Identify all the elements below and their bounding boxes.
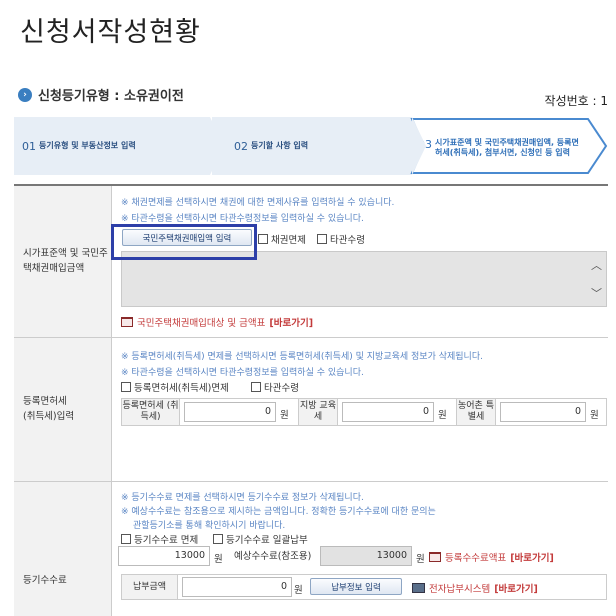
registration-tax-section: 등록면허세 (취득세)입력 ※ 등록면허세(취득세) 면제를 선택하시면 등록면… bbox=[14, 338, 608, 482]
fee-note-2: ※ 예상수수료는 참조용으로 제시하는 금액입니다. 정확한 등기수수료에 대한… bbox=[121, 507, 436, 517]
chevron-right-icon: › bbox=[18, 87, 32, 102]
bond-note-1: ※ 채권면제를 선택하시면 채권에 대한 면제사유를 입력하실 수 있습니다. bbox=[121, 198, 395, 208]
tax-exempt-label: 등록면허세(취득세)면제 bbox=[134, 383, 229, 394]
expected-fee-value: 13000 bbox=[320, 546, 412, 566]
paid-amount-unit: 원 bbox=[294, 585, 303, 596]
tax-note-2: ※ 타관수령을 선택하시면 타관수령정보를 입력하실 수 있습니다. bbox=[121, 368, 364, 378]
paid-amount-input[interactable]: 0 bbox=[182, 577, 292, 597]
bond-section: 시가표준액 및 국민주택채권매입금액 ※ 채권면제를 선택하시면 채권에 대한 … bbox=[14, 186, 608, 338]
education-tax-field-label: 지방 교육세 bbox=[298, 399, 338, 425]
bond-table-link-row: 국민주택채권매입대상 및 금액표 [바로가기] bbox=[121, 315, 313, 329]
computer-icon bbox=[412, 583, 425, 593]
bond-other-office-option[interactable]: 타관수령 bbox=[317, 232, 365, 246]
e-payment-link[interactable]: 전자납부시스템 bbox=[429, 581, 490, 595]
registration-tax-input[interactable]: 0 bbox=[184, 402, 276, 422]
tax-note-1: ※ 등록면허세(취득세) 면제를 선택하시면 등록면허세(취득세) 및 지방교육… bbox=[121, 352, 483, 362]
rural-tax-unit: 원 bbox=[590, 410, 599, 421]
rural-tax-input[interactable]: 0 bbox=[500, 402, 586, 422]
fee-note-3: 관할등기소를 통해 확인하시기 바랍니다. bbox=[133, 521, 286, 531]
fee-table-link-row: 등록수수료액표 [바로가기] bbox=[429, 550, 554, 564]
tax-other-office-option[interactable]: 타관수령 bbox=[251, 380, 299, 394]
education-tax-input[interactable]: 0 bbox=[342, 402, 434, 422]
step-3-label: 시가표준액 및 국민주택채권매입액, 등록면허세(취득세), 첨부서면, 신청인… bbox=[435, 138, 579, 157]
fee-amount-unit: 원 bbox=[214, 554, 223, 565]
step-2-label: 등기할 사항 입력 bbox=[251, 141, 309, 151]
fee-section-label: 등기수수료 bbox=[14, 482, 112, 616]
fee-exempt-checkbox[interactable] bbox=[121, 534, 131, 544]
tax-amounts-table: 등록면허세 (취득세) 0 원 지방 교육세 0 원 농어촌 특별세 0 원 bbox=[121, 398, 607, 426]
fee-table-link[interactable]: 등록수수료액표 bbox=[445, 550, 506, 564]
bond-exempt-label: 채권면제 bbox=[271, 235, 306, 246]
paid-amount-label: 납부금액 bbox=[122, 575, 178, 599]
fee-note-1: ※ 등기수수료 면제를 선택하시면 등기수수료 정보가 삭제됩니다. bbox=[121, 493, 364, 503]
page-title: 신청서작성현황 bbox=[20, 17, 201, 48]
e-payment-link-row: 전자납부시스템 [바로가기] bbox=[412, 581, 538, 595]
scroll-up-icon[interactable]: ︿ bbox=[591, 257, 602, 273]
fee-exempt-label: 등기수수료 면제 bbox=[134, 535, 199, 546]
step-progress: 01 등기유형 및 부동산정보 입력 02 등기할 사항 입력 03 시가표준액… bbox=[14, 117, 608, 175]
book-icon bbox=[429, 552, 441, 562]
expected-fee-label: 예상수수료(참조용) bbox=[234, 551, 312, 562]
tax-other-office-checkbox[interactable] bbox=[251, 382, 261, 392]
step-2-number: 02 bbox=[234, 139, 248, 153]
fee-bulk-pay-option[interactable]: 등기수수료 일괄납부 bbox=[213, 532, 308, 546]
scroll-down-icon[interactable]: ﹀ bbox=[591, 285, 602, 301]
bond-exempt-checkbox[interactable] bbox=[258, 234, 268, 244]
tax-exempt-checkbox[interactable] bbox=[121, 382, 131, 392]
registration-tax-label: 등록면허세 (취득세)입력 bbox=[14, 338, 112, 481]
highlight-box bbox=[111, 224, 257, 260]
step-1[interactable]: 01 등기유형 및 부동산정보 입력 bbox=[14, 117, 210, 175]
bond-other-office-label: 타관수령 bbox=[330, 235, 365, 246]
registration-tax-field-label: 등록면허세 (취득세) bbox=[122, 399, 180, 425]
tax-other-office-label: 타관수령 bbox=[264, 383, 299, 394]
bond-table-link[interactable]: 국민주택채권매입대상 및 금액표 bbox=[137, 315, 265, 329]
step-1-label: 등기유형 및 부동산정보 입력 bbox=[39, 141, 136, 151]
registration-tax-unit: 원 bbox=[280, 410, 289, 421]
payment-table: 납부금액 0 원 납부정보 입력 전자납부시스템 [바로가기] bbox=[121, 574, 607, 600]
bond-table-go-link[interactable]: [바로가기] bbox=[269, 315, 313, 329]
book-icon bbox=[121, 317, 133, 327]
bond-note-2: ※ 타관수령을 선택하시면 타관수령정보를 입력하실 수 있습니다. bbox=[121, 214, 364, 224]
payment-info-button[interactable]: 납부정보 입력 bbox=[310, 578, 402, 595]
fee-table-go-link[interactable]: [바로가기] bbox=[510, 550, 554, 564]
step-arrow bbox=[210, 117, 224, 175]
step-2[interactable]: 02 등기할 사항 입력 bbox=[212, 117, 412, 175]
bond-section-label: 시가표준액 및 국민주택채권매입금액 bbox=[14, 186, 112, 337]
step-arrow bbox=[412, 117, 426, 175]
fee-exempt-option[interactable]: 등기수수료 면제 bbox=[121, 532, 198, 546]
e-payment-go-link[interactable]: [바로가기] bbox=[494, 581, 538, 595]
expected-fee-unit: 원 bbox=[416, 554, 425, 565]
tax-exempt-option[interactable]: 등록면허세(취득세)면제 bbox=[121, 380, 229, 394]
document-number: 작성번호 : 1 bbox=[544, 94, 608, 108]
fee-bulk-pay-checkbox[interactable] bbox=[213, 534, 223, 544]
rural-tax-field-label: 농어촌 특별세 bbox=[456, 399, 496, 425]
fee-section: 등기수수료 ※ 등기수수료 면제를 선택하시면 등기수수료 정보가 삭제됩니다.… bbox=[14, 482, 608, 616]
step-3-current[interactable]: 03 시가표준액 및 국민주택채권매입액, 등록면허세(취득세), 첨부서면, … bbox=[410, 117, 608, 175]
education-tax-unit: 원 bbox=[438, 410, 447, 421]
bond-other-office-checkbox[interactable] bbox=[317, 234, 327, 244]
fee-amount-input[interactable]: 13000 bbox=[118, 546, 210, 566]
bond-exempt-option[interactable]: 채권면제 bbox=[258, 232, 306, 246]
step-1-number: 01 bbox=[22, 139, 36, 153]
registration-type-label: 신청등기유형 : 소유권이전 bbox=[38, 89, 184, 104]
application-form: 시가표준액 및 국민주택채권매입금액 ※ 채권면제를 선택하시면 채권에 대한 … bbox=[14, 184, 608, 616]
registration-type: › 신청등기유형 : 소유권이전 bbox=[18, 85, 184, 104]
fee-bulk-pay-label: 등기수수료 일괄납부 bbox=[226, 535, 308, 546]
